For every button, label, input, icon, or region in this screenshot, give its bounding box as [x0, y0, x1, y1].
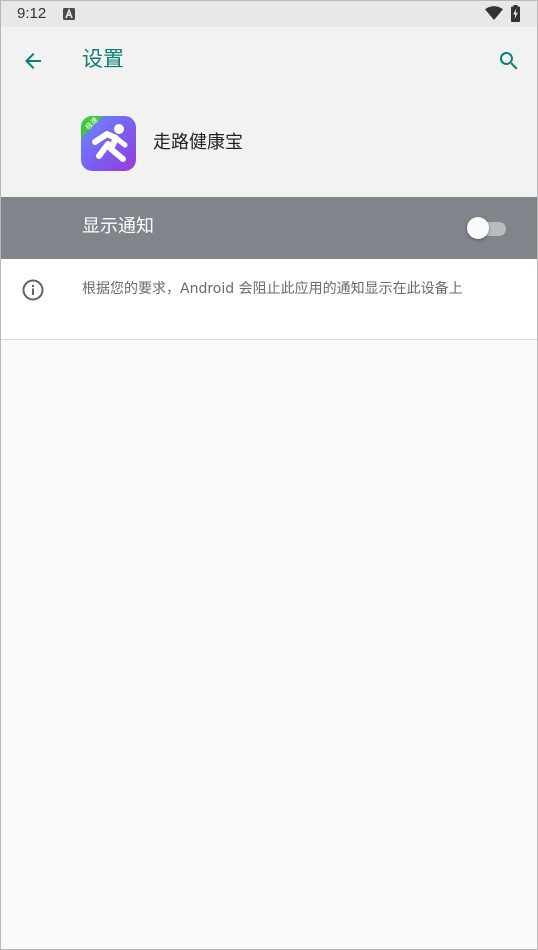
search-icon — [499, 52, 518, 70]
app-name: 走路健康宝 — [153, 132, 243, 153]
back-button[interactable] — [15, 43, 51, 79]
app-header: 设置 极速 走路健康宝 — [1, 27, 537, 197]
arrow-back-icon — [25, 53, 41, 69]
blocked-info-row: 根据您的要求，Android 会阻止此应用的通知显示在此设备上 — [1, 259, 537, 339]
battery-charging-icon — [511, 5, 520, 22]
toggle-thumb — [467, 217, 489, 239]
a-letter-icon — [63, 8, 75, 20]
wifi-icon — [485, 6, 503, 20]
info-icon — [22, 279, 44, 301]
divider — [1, 339, 537, 340]
show-notifications-toggle[interactable] — [467, 216, 509, 240]
running-man-app-icon: 极速 — [81, 116, 136, 171]
page-title: 设置 — [82, 47, 124, 71]
search-button[interactable] — [491, 43, 527, 79]
screen: 9:12 设置 极速 走路健康宝 显示通知 根据您的要求，Android 会阻止… — [0, 0, 538, 950]
status-bar: 9:12 — [1, 1, 537, 27]
status-time: 9:12 — [17, 5, 47, 22]
show-notifications-row[interactable]: 显示通知 — [1, 197, 537, 259]
show-notifications-label: 显示通知 — [82, 216, 154, 237]
blocked-info-text: 根据您的要求，Android 会阻止此应用的通知显示在此设备上 — [82, 281, 463, 297]
